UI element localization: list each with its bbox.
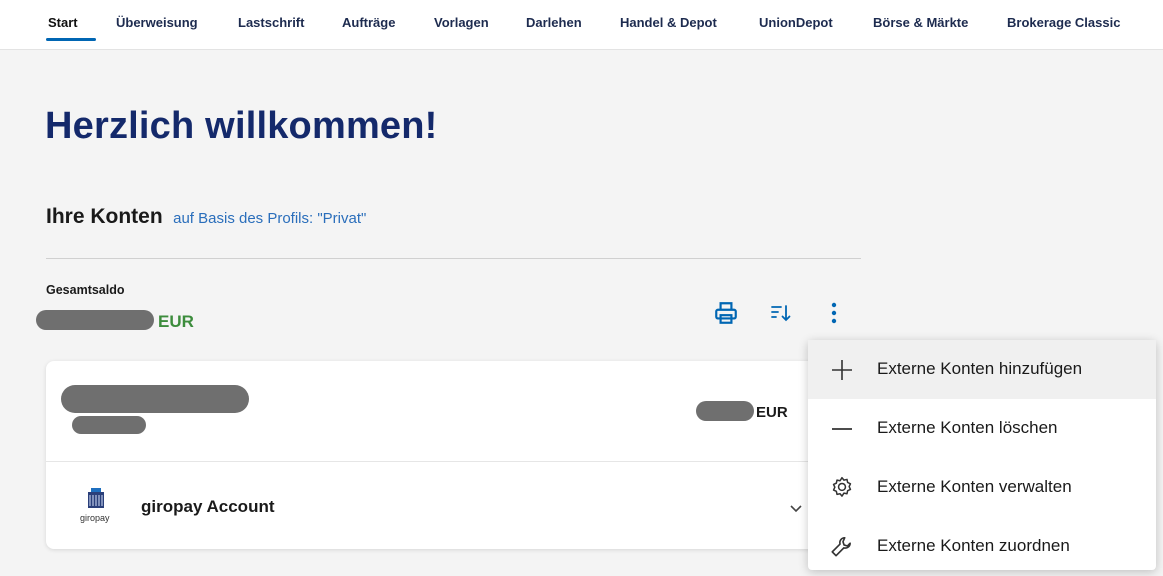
account-balance-currency: EUR [756, 404, 788, 421]
more-vertical-icon [831, 302, 837, 324]
menu-item-label: Externe Konten verwalten [877, 477, 1072, 496]
external-accounts-menu: Externe Konten hinzufügen Externe Konten… [808, 340, 1156, 570]
menu-item-label: Externe Konten löschen [877, 418, 1058, 437]
accounts-heading: Ihre Konten auf Basis des Profils: "Priv… [46, 205, 366, 229]
accounts-title: Ihre Konten [46, 205, 163, 228]
tab-handel-depot[interactable]: Handel & Depot [620, 15, 717, 30]
wrench-icon [828, 533, 856, 561]
tab-darlehen[interactable]: Darlehen [526, 15, 582, 30]
bank-building-icon [88, 488, 104, 508]
tab-brokerage-classic[interactable]: Brokerage Classic [1007, 15, 1120, 30]
sort-icon [771, 305, 791, 322]
tab-vorlagen[interactable]: Vorlagen [434, 15, 489, 30]
plus-icon [828, 356, 856, 384]
minus-icon [828, 415, 856, 443]
total-balance-label: Gesamtsaldo [46, 283, 125, 297]
active-tab-indicator [46, 38, 96, 41]
menu-item-assign-external[interactable]: Externe Konten zuordnen [808, 517, 1156, 576]
redacted-account-number [72, 416, 146, 434]
top-navigation: Start Überweisung Lastschrift Aufträge V… [0, 0, 1163, 50]
redacted-balance [36, 310, 154, 330]
more-options-button[interactable] [818, 297, 850, 329]
tab-ueberweisung[interactable]: Überweisung [116, 15, 198, 30]
gear-icon [828, 474, 856, 502]
divider [46, 258, 861, 259]
sort-button[interactable] [765, 297, 797, 329]
menu-item-delete-external[interactable]: Externe Konten löschen [808, 399, 1156, 458]
tab-start[interactable]: Start [48, 15, 78, 30]
tab-uniondepot[interactable]: UnionDepot [759, 15, 833, 30]
giropay-account-name[interactable]: giropay Account [141, 497, 275, 517]
redacted-account-name [61, 385, 249, 413]
page-title: Herzlich willkommen! [45, 105, 438, 147]
total-balance-currency: EUR [158, 312, 194, 331]
giropay-logo-text: giropay [80, 513, 110, 523]
giropay-logo: giropay [80, 488, 110, 524]
redacted-account-balance [696, 401, 754, 421]
account-balance: EUR [696, 401, 788, 421]
print-icon [715, 302, 737, 324]
tab-boerse-maerkte[interactable]: Börse & Märkte [873, 15, 968, 30]
menu-item-add-external[interactable]: Externe Konten hinzufügen [808, 340, 1156, 399]
total-balance-value: EUR [36, 310, 194, 332]
menu-item-label: Externe Konten zuordnen [877, 536, 1070, 555]
account-card: EUR giropay giropay Account [46, 361, 861, 549]
card-divider [46, 461, 861, 462]
tab-lastschrift[interactable]: Lastschrift [238, 15, 304, 30]
menu-item-label: Externe Konten hinzufügen [877, 359, 1083, 378]
menu-item-manage-external[interactable]: Externe Konten verwalten [808, 458, 1156, 517]
profile-link[interactable]: auf Basis des Profils: "Privat" [173, 210, 366, 227]
print-button[interactable] [710, 297, 742, 329]
tab-auftraege[interactable]: Aufträge [342, 15, 395, 30]
chevron-down-icon[interactable] [788, 500, 804, 516]
